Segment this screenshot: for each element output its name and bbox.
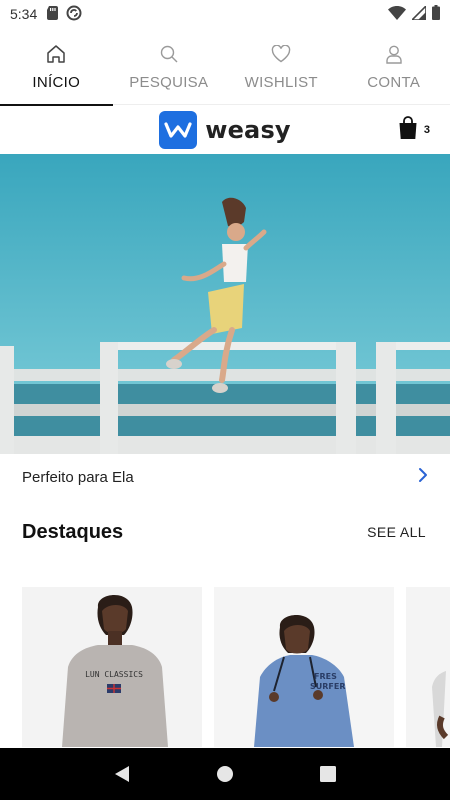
banner-caption-row[interactable]: Perfeito para Ela (0, 454, 450, 500)
logo-w-icon (159, 111, 198, 149)
search-icon (158, 43, 180, 65)
sync-icon (66, 5, 82, 24)
wifi-icon (388, 5, 406, 23)
tab-conta[interactable]: CONTA (338, 28, 450, 105)
shirt-print: SURFER (310, 682, 346, 691)
battery-icon (432, 5, 440, 23)
tab-pesquisa[interactable]: PESQUISA (113, 28, 226, 105)
home-circle-icon[interactable] (205, 754, 245, 794)
product-card[interactable]: LUN CLASSICS (22, 587, 202, 747)
shopping-bag-icon (398, 116, 418, 145)
shirt-print: LUN CLASSICS (85, 670, 143, 679)
hero-banner[interactable] (0, 154, 450, 454)
back-icon[interactable] (102, 754, 142, 794)
featured-section-header: Destaques SEE ALL (0, 514, 450, 550)
product-image: LUN CLASSICS (22, 587, 202, 747)
product-image: FRES SURFER (214, 587, 394, 747)
logo-text: weasy (205, 116, 291, 144)
tab-wishlist[interactable]: WISHLIST (225, 28, 338, 105)
see-all-link[interactable]: SEE ALL (367, 524, 426, 540)
shirt-print: FRES (314, 672, 337, 681)
banner-caption: Perfeito para Ela (22, 468, 134, 486)
tab-label: CONTA (367, 73, 421, 91)
system-navigation-bar (0, 748, 450, 800)
top-tab-bar: INÍCIO PESQUISA WISHLIST CONTA (0, 28, 450, 106)
tab-label: WISHLIST (244, 73, 318, 91)
hero-image (0, 154, 450, 454)
heart-icon (270, 43, 292, 65)
section-title: Destaques (22, 520, 124, 543)
brand-header: weasy 3 (0, 106, 450, 154)
tab-label: PESQUISA (129, 73, 209, 91)
status-time: 5:34 (10, 6, 38, 22)
recents-icon[interactable] (308, 754, 348, 794)
status-bar: 5:34 (0, 0, 450, 28)
product-card[interactable] (406, 587, 450, 747)
sd-card-icon (47, 5, 59, 23)
cart-count-badge: 3 (423, 124, 430, 136)
user-icon (383, 43, 405, 65)
tab-label: INÍCIO (32, 73, 81, 91)
product-card[interactable]: FRES SURFER (214, 587, 394, 747)
product-image (406, 587, 450, 747)
home-icon (45, 43, 67, 65)
signal-icon (410, 3, 427, 23)
chevron-right-icon (418, 467, 428, 488)
tab-inicio[interactable]: INÍCIO (0, 28, 113, 106)
product-carousel[interactable]: LUN CLASSICS FRES SURFER (22, 587, 450, 747)
cart-button[interactable]: 3 (398, 116, 430, 145)
logo: weasy (159, 111, 291, 149)
